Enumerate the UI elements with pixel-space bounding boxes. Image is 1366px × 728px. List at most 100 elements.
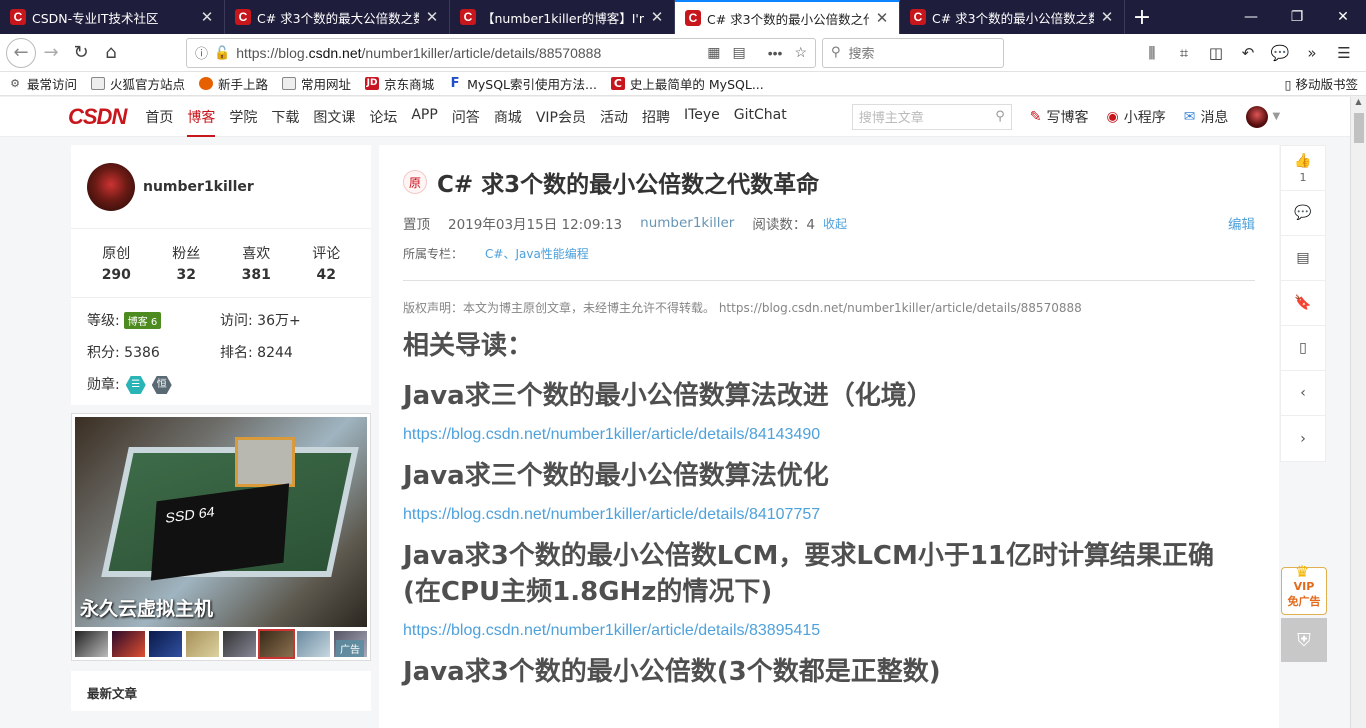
nav-iteye[interactable]: ITeye [684, 97, 720, 137]
ad-label[interactable]: 广告 [336, 640, 364, 657]
persistence-medal-icon[interactable]: 恒 [151, 376, 172, 394]
restore-icon[interactable]: ❐ [1274, 0, 1320, 34]
close-tab-icon[interactable]: ✕ [198, 8, 216, 26]
ad-thumb[interactable] [258, 629, 295, 659]
related-link[interactable]: https://blog.csdn.net/number1killer/arti… [403, 506, 1255, 524]
scroll-up-icon[interactable]: ▲ [1351, 97, 1366, 113]
column-link[interactable]: C#、Java性能编程 [485, 247, 589, 261]
forward-arrow-icon[interactable]: → [36, 38, 66, 68]
nav-qa[interactable]: 问答 [452, 97, 480, 137]
scroll-thumb[interactable] [1354, 113, 1364, 143]
reader-view-icon[interactable]: ▤ [732, 44, 745, 61]
close-tab-icon[interactable]: ✕ [873, 9, 891, 27]
nav-events[interactable]: 活动 [600, 97, 628, 137]
nav-blog[interactable]: 博客 [187, 97, 216, 137]
tab-blog-home[interactable]: C 【number1killer的博客】I'm ✕ [450, 0, 675, 34]
messages-button[interactable]: ✉ 消息 [1184, 107, 1229, 127]
blog-search-input[interactable]: 搜博主文章 ⚲ [851, 103, 1012, 130]
bookmark-firefox-official[interactable]: 火狐官方站点 [91, 74, 185, 93]
page-actions-icon[interactable]: ••• [768, 45, 783, 61]
mobile-bookmarks[interactable]: ▯ 移动版书签 [1285, 74, 1358, 93]
csdn-logo[interactable]: CSDN [68, 104, 127, 130]
qr-code-icon[interactable]: ▦ [707, 44, 720, 61]
close-tab-icon[interactable]: ✕ [1098, 8, 1116, 26]
library-icon[interactable]: ⫼ [1136, 44, 1168, 62]
related-link[interactable]: https://blog.csdn.net/number1killer/arti… [403, 622, 1255, 640]
edit-link[interactable]: 编辑 [1228, 213, 1255, 233]
mobile-view-button[interactable]: ▯ [1281, 326, 1325, 371]
next-article-button[interactable]: › [1281, 416, 1325, 461]
list-medal-icon[interactable]: ☰ [125, 376, 146, 394]
ad-thumb[interactable] [223, 631, 256, 657]
profile-username[interactable]: number1killer [143, 179, 254, 195]
bookmark-jd[interactable]: JD 京东商城 [365, 74, 434, 93]
nav-gitchat[interactable]: GitChat [734, 97, 787, 137]
previous-article-button[interactable]: ‹ [1281, 371, 1325, 416]
undo-icon[interactable]: ↶ [1232, 44, 1264, 62]
profile-avatar[interactable] [87, 162, 135, 211]
bookmark-star-icon[interactable]: ☆ [794, 44, 807, 61]
home-icon[interactable]: ⌂ [96, 38, 126, 68]
advertisement[interactable]: SSD 64 永久云虚拟主机 广告 [71, 413, 371, 661]
minimize-icon[interactable]: — [1228, 0, 1274, 34]
catalog-button[interactable]: ▤ [1281, 236, 1325, 281]
nav-jobs[interactable]: 招聘 [642, 97, 670, 137]
more-tools-icon[interactable]: » [1296, 44, 1328, 62]
level-badge[interactable]: 博客 6 [123, 312, 162, 329]
sidebar-icon[interactable]: ◫ [1200, 44, 1232, 62]
stat-fans[interactable]: 粉丝 32 [172, 243, 200, 283]
tab-article-gcd[interactable]: C C# 求3个数的最大公倍数之数 ✕ [225, 0, 450, 34]
screenshot-icon[interactable]: ⌗ [1168, 44, 1200, 62]
bookmark-common-sites[interactable]: 常用网址 [282, 74, 351, 93]
new-tab-icon[interactable]: + [1125, 0, 1159, 34]
nav-academy[interactable]: 学院 [229, 97, 257, 137]
info-icon[interactable]: ⓘ [195, 43, 208, 62]
nav-forum[interactable]: 论坛 [369, 97, 397, 137]
bookmark-most-visited[interactable]: ⚙ 最常访问 [8, 74, 77, 93]
bookmark-mysql-simple[interactable]: C 史上最简单的 MySQL... [610, 74, 764, 93]
nav-store[interactable]: 商城 [494, 97, 522, 137]
url-text[interactable]: https://blog.csdn.net/number1killer/arti… [236, 45, 695, 61]
write-blog-button[interactable]: ✎ 写博客 [1030, 107, 1089, 127]
close-tab-icon[interactable]: ✕ [423, 8, 441, 26]
comment-button[interactable]: 💬 [1281, 191, 1325, 236]
menu-icon[interactable]: ☰ [1328, 44, 1360, 62]
back-arrow-icon[interactable]: ← [6, 37, 36, 68]
report-button[interactable]: ⛨ [1281, 618, 1327, 662]
ad-image[interactable]: SSD 64 永久云虚拟主机 [75, 417, 367, 627]
vertical-scrollbar[interactable]: ▲ [1350, 97, 1366, 728]
like-button[interactable]: 👍 1 [1281, 146, 1325, 191]
nav-download[interactable]: 下载 [271, 97, 299, 137]
reload-icon[interactable]: ↻ [66, 38, 96, 68]
collapse-link[interactable]: 收起 [823, 215, 847, 232]
ad-thumb[interactable] [75, 631, 108, 657]
tab-csdn-home[interactable]: C CSDN-专业IT技术社区 ✕ [0, 0, 225, 34]
bookmark-button[interactable]: 🔖 [1281, 281, 1325, 326]
ad-thumb[interactable] [112, 631, 145, 657]
bookmark-getting-started[interactable]: 新手上路 [199, 74, 268, 93]
ad-thumb[interactable] [149, 631, 182, 657]
vip-no-ads-button[interactable]: ♛ VIP 免广告 [1281, 562, 1327, 615]
related-link[interactable]: https://blog.csdn.net/number1killer/arti… [403, 426, 1255, 444]
ad-thumb[interactable] [297, 631, 330, 657]
nav-courses[interactable]: 图文课 [313, 97, 355, 137]
chat-icon[interactable]: 💬 [1264, 44, 1296, 62]
author-link[interactable]: number1killer [640, 215, 734, 231]
nav-vip[interactable]: VIP会员 [536, 97, 586, 137]
mini-program-button[interactable]: ◉ 小程序 [1106, 107, 1165, 127]
lock-icon[interactable]: 🔓 [214, 45, 230, 61]
close-window-icon[interactable]: ✕ [1320, 0, 1366, 34]
user-avatar[interactable] [1246, 105, 1269, 128]
stat-likes[interactable]: 喜欢 381 [242, 243, 271, 283]
bookmark-mysql-index[interactable]: F MySQL索引使用方法... [448, 74, 597, 93]
nav-home[interactable]: 首页 [145, 97, 173, 137]
stat-original[interactable]: 原创 290 [102, 243, 131, 283]
tab-article-lcm-2[interactable]: C C# 求3个数的最小公倍数之数 ✕ [900, 0, 1125, 34]
close-tab-icon[interactable]: ✕ [648, 8, 666, 26]
stat-comments[interactable]: 评论 42 [312, 243, 340, 283]
tab-article-lcm-active[interactable]: C C# 求3个数的最小公倍数之代数 ✕ [675, 0, 900, 34]
ad-thumb[interactable] [186, 631, 219, 657]
search-icon[interactable]: ⚲ [995, 109, 1005, 124]
chevron-down-icon[interactable]: ▼ [1272, 111, 1280, 122]
address-bar[interactable]: ⓘ 🔓 https://blog.csdn.net/number1killer/… [186, 37, 816, 68]
